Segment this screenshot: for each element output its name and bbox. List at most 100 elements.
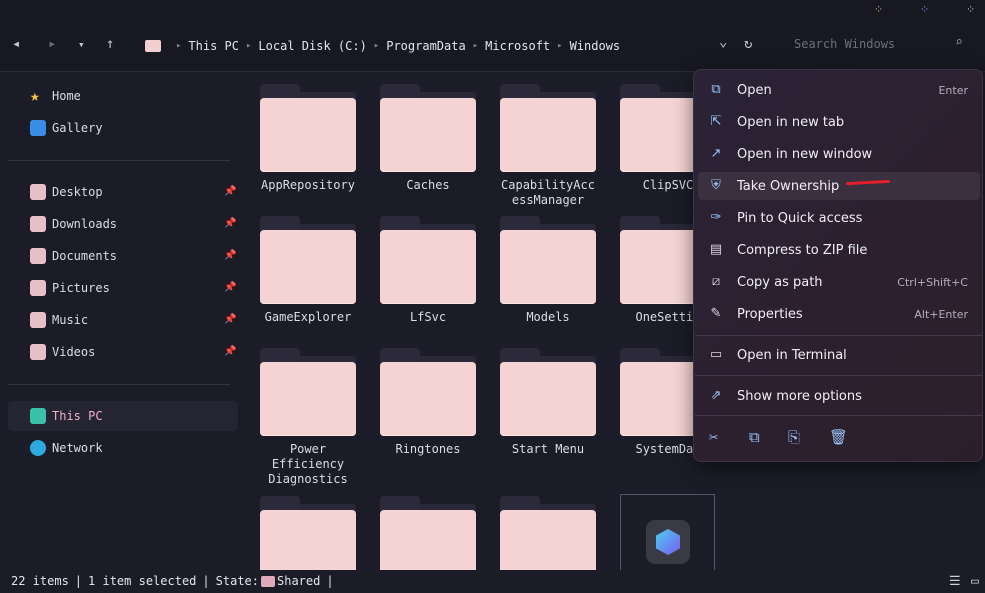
selected-app-item[interactable] bbox=[620, 494, 715, 570]
pin-icon[interactable]: 📌 bbox=[224, 186, 236, 197]
navigation-pane: ★ Home Gallery Desktop 📌 Downloads 📌 Doc… bbox=[0, 73, 240, 570]
breadcrumb-windows[interactable]: Windows bbox=[570, 39, 621, 53]
sidebar-item-network[interactable]: Network bbox=[30, 438, 103, 458]
menu-item-properties[interactable]: ✎ Properties Alt+Enter bbox=[698, 300, 980, 328]
refresh-button[interactable]: ↻ bbox=[744, 36, 752, 52]
rename-icon[interactable]: ⎘ bbox=[788, 428, 800, 446]
sidebar-item-this-pc[interactable]: This PC bbox=[30, 406, 103, 426]
folder-label: Start Menu bbox=[511, 442, 585, 456]
grid-dots-icon[interactable]: ⁘ bbox=[920, 3, 929, 16]
folder-item[interactable] bbox=[493, 496, 603, 570]
desktop-icon bbox=[30, 184, 46, 200]
breadcrumb[interactable]: ▸ This PC ▸ Local Disk (C:) ▸ ProgramDat… bbox=[145, 35, 620, 57]
folder-item[interactable]: Start Menu bbox=[493, 348, 603, 457]
folder-item[interactable]: LfSvc bbox=[373, 216, 483, 325]
folder-icon bbox=[500, 216, 596, 304]
address-dropdown-button[interactable]: ⌄ bbox=[719, 34, 727, 50]
breadcrumb-programdata[interactable]: ProgramData bbox=[386, 39, 465, 53]
up-button[interactable]: ↑ bbox=[106, 36, 114, 52]
menu-item-compress-zip[interactable]: ▤ Compress to ZIP file bbox=[698, 236, 980, 264]
menu-item-pin-quick-access[interactable]: ✑ Pin to Quick access bbox=[698, 204, 980, 232]
sidebar-item-downloads[interactable]: Downloads bbox=[30, 214, 117, 234]
folder-label: Ringtones bbox=[395, 442, 461, 456]
shared-icon bbox=[261, 575, 275, 587]
sidebar-item-gallery[interactable]: Gallery bbox=[30, 118, 103, 138]
terminal-icon: ▭ bbox=[709, 347, 723, 362]
forward-button[interactable]: ▸ bbox=[48, 36, 56, 52]
pin-icon: ✑ bbox=[710, 210, 722, 225]
sidebar-item-label: Network bbox=[52, 441, 103, 455]
sidebar-item-pictures[interactable]: Pictures bbox=[30, 278, 110, 298]
delete-icon[interactable]: 🗑 bbox=[829, 428, 848, 446]
folder-icon bbox=[500, 84, 596, 172]
navigation-bar: ◂ ▸ ▾ ↑ ▸ This PC ▸ Local Disk (C:) ▸ Pr… bbox=[0, 20, 985, 72]
folder-item[interactable] bbox=[253, 496, 363, 570]
sidebar-item-label: Documents bbox=[52, 249, 118, 263]
menu-item-label: Show more options bbox=[737, 388, 862, 404]
breadcrumb-local-disk[interactable]: Local Disk (C:) bbox=[258, 39, 366, 53]
menu-dots-icon[interactable]: ⁘ bbox=[966, 3, 975, 16]
folder-item[interactable]: CapabilityAcc essManager bbox=[493, 84, 603, 208]
pin-icon[interactable]: 📌 bbox=[224, 218, 236, 229]
pc-icon bbox=[30, 408, 46, 424]
menu-item-copy-as-path[interactable]: ⧄ Copy as path Ctrl+Shift+C bbox=[698, 268, 980, 296]
sidebar-item-label: Downloads bbox=[52, 217, 118, 231]
folder-item[interactable]: Caches bbox=[373, 84, 483, 193]
sidebar-item-label: Videos bbox=[52, 345, 96, 359]
folder-icon bbox=[500, 496, 596, 570]
details-view-icon[interactable]: ☰ bbox=[949, 574, 961, 589]
downloads-icon bbox=[30, 216, 46, 232]
copy-icon[interactable]: ⧉ bbox=[749, 428, 760, 446]
folder-item[interactable]: Power Efficiency Diagnostics bbox=[253, 348, 363, 487]
pin-icon[interactable]: 📌 bbox=[224, 346, 236, 357]
menu-item-show-more-options[interactable]: ⇗ Show more options bbox=[698, 382, 980, 410]
menu-item-open-new-tab[interactable]: ⇱ Open in new tab bbox=[698, 108, 980, 136]
folder-item[interactable] bbox=[373, 496, 483, 570]
menu-item-label: Compress to ZIP file bbox=[737, 242, 868, 258]
layout-dots-icon[interactable]: ⁘ bbox=[874, 3, 883, 16]
folder-item[interactable]: Models bbox=[493, 216, 603, 325]
chevron-right-icon: ▸ bbox=[557, 41, 563, 51]
chevron-right-icon: ▸ bbox=[472, 41, 479, 51]
folder-item[interactable]: GameExplorer bbox=[253, 216, 363, 325]
menu-item-open[interactable]: ⧉ Open Enter bbox=[698, 76, 980, 104]
menu-item-shortcut: Enter bbox=[938, 83, 968, 97]
search-input[interactable]: Search Windows bbox=[794, 37, 895, 51]
music-icon bbox=[30, 312, 46, 328]
history-dropdown-button[interactable]: ▾ bbox=[78, 38, 85, 51]
menu-item-take-ownership[interactable]: ⛨ Take Ownership bbox=[698, 172, 980, 200]
cut-icon[interactable]: ✂ bbox=[709, 428, 718, 446]
sidebar-item-music[interactable]: Music bbox=[30, 310, 88, 330]
folder-item[interactable]: AppRepository bbox=[253, 84, 363, 193]
menu-item-label: Open in new tab bbox=[737, 114, 845, 130]
folder-icon bbox=[500, 348, 596, 436]
zip-icon: ▤ bbox=[709, 242, 723, 257]
tiles-view-icon[interactable]: ▭ bbox=[971, 574, 979, 589]
more-options-icon: ⇗ bbox=[710, 388, 722, 403]
sidebar-item-home[interactable]: ★ Home bbox=[30, 86, 81, 106]
menu-item-open-new-window[interactable]: ↗ Open in new window bbox=[698, 140, 980, 168]
menu-separator bbox=[695, 415, 983, 416]
breadcrumb-this-pc[interactable]: This PC bbox=[188, 39, 239, 53]
menu-item-open-terminal[interactable]: ▭ Open in Terminal bbox=[698, 341, 980, 369]
pin-icon[interactable]: 📌 bbox=[224, 282, 236, 293]
chevron-right-icon: ▸ bbox=[373, 41, 380, 51]
sidebar-item-desktop[interactable]: Desktop bbox=[30, 182, 103, 202]
breadcrumb-microsoft[interactable]: Microsoft bbox=[485, 39, 550, 53]
search-icon[interactable]: ⌕ bbox=[955, 35, 963, 50]
pin-icon[interactable]: 📌 bbox=[224, 250, 236, 261]
back-button[interactable]: ◂ bbox=[12, 36, 20, 52]
pin-icon[interactable]: 📌 bbox=[224, 314, 236, 325]
sidebar-item-label: Gallery bbox=[52, 121, 103, 135]
folder-icon bbox=[260, 216, 356, 304]
sidebar-item-videos[interactable]: Videos bbox=[30, 342, 95, 362]
star-icon: ★ bbox=[30, 86, 40, 105]
selection-count: 1 item selected bbox=[88, 574, 197, 588]
folder-icon bbox=[260, 84, 356, 172]
sidebar-item-documents[interactable]: Documents bbox=[30, 246, 117, 266]
status-bar: 22 items | 1 item selected | State: Shar… bbox=[0, 570, 985, 593]
folder-label: Power Efficiency Diagnostics bbox=[268, 442, 348, 486]
folder-icon bbox=[260, 496, 356, 570]
folder-item[interactable]: Ringtones bbox=[373, 348, 483, 457]
menu-separator bbox=[695, 375, 983, 376]
